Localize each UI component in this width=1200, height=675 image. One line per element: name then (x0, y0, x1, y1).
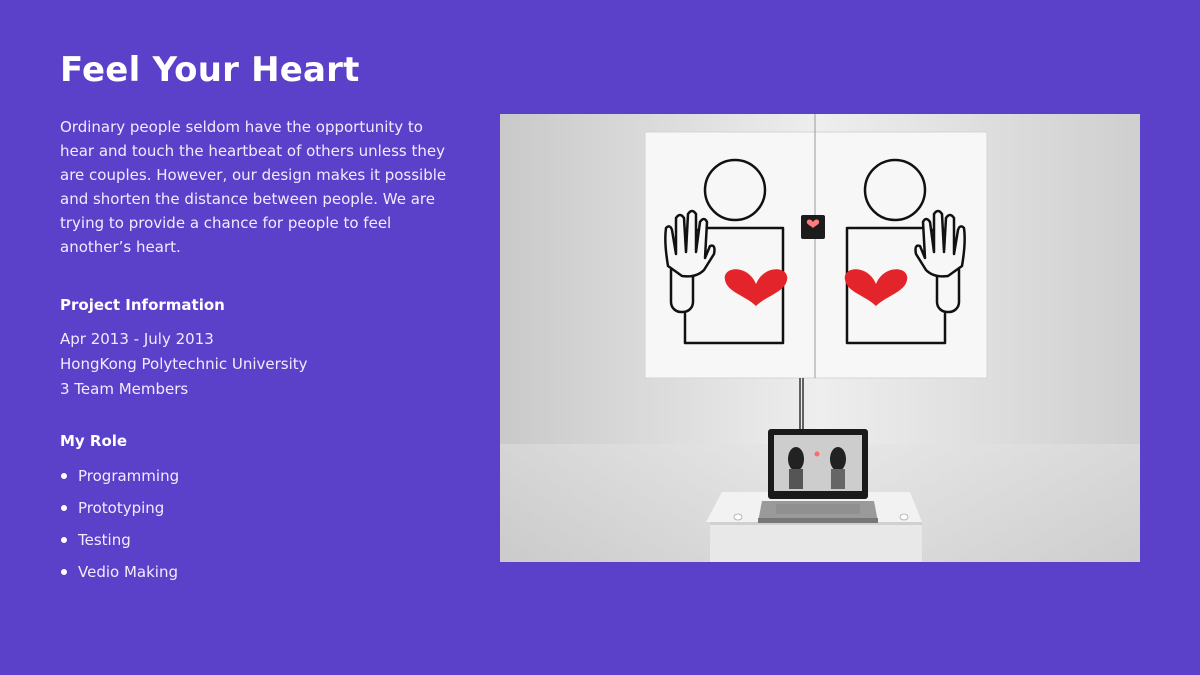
project-description: Ordinary people seldom have the opportun… (60, 118, 447, 256)
bullet-icon (61, 537, 67, 543)
bullet-icon (61, 569, 67, 575)
role-item-label: Prototyping (78, 499, 165, 517)
role-item: Prototyping (60, 496, 179, 528)
project-information-heading: Project Information (60, 296, 225, 314)
project-team-size: 3 Team Members (60, 380, 189, 398)
my-role-heading: My Role (60, 432, 128, 450)
laptop (758, 429, 878, 523)
role-item: Vedio Making (60, 560, 179, 592)
role-item-label: Vedio Making (78, 563, 178, 581)
mouse-right (899, 513, 909, 521)
bullet-icon (61, 473, 67, 479)
mouse-left (733, 513, 743, 521)
project-dates: Apr 2013 - July 2013 (60, 330, 214, 348)
project-institution: HongKong Polytechnic University (60, 355, 308, 373)
bullet-icon (61, 505, 67, 511)
role-item-label: Testing (78, 531, 131, 549)
poster-board (644, 114, 988, 379)
role-item: Programming (60, 464, 179, 496)
page-title: Feel Your Heart (60, 50, 360, 90)
installation-photo (500, 114, 1140, 562)
role-item-label: Programming (78, 467, 180, 485)
role-item: Testing (60, 528, 179, 560)
role-list: Programming Prototyping Testing Vedio Ma… (60, 464, 179, 592)
